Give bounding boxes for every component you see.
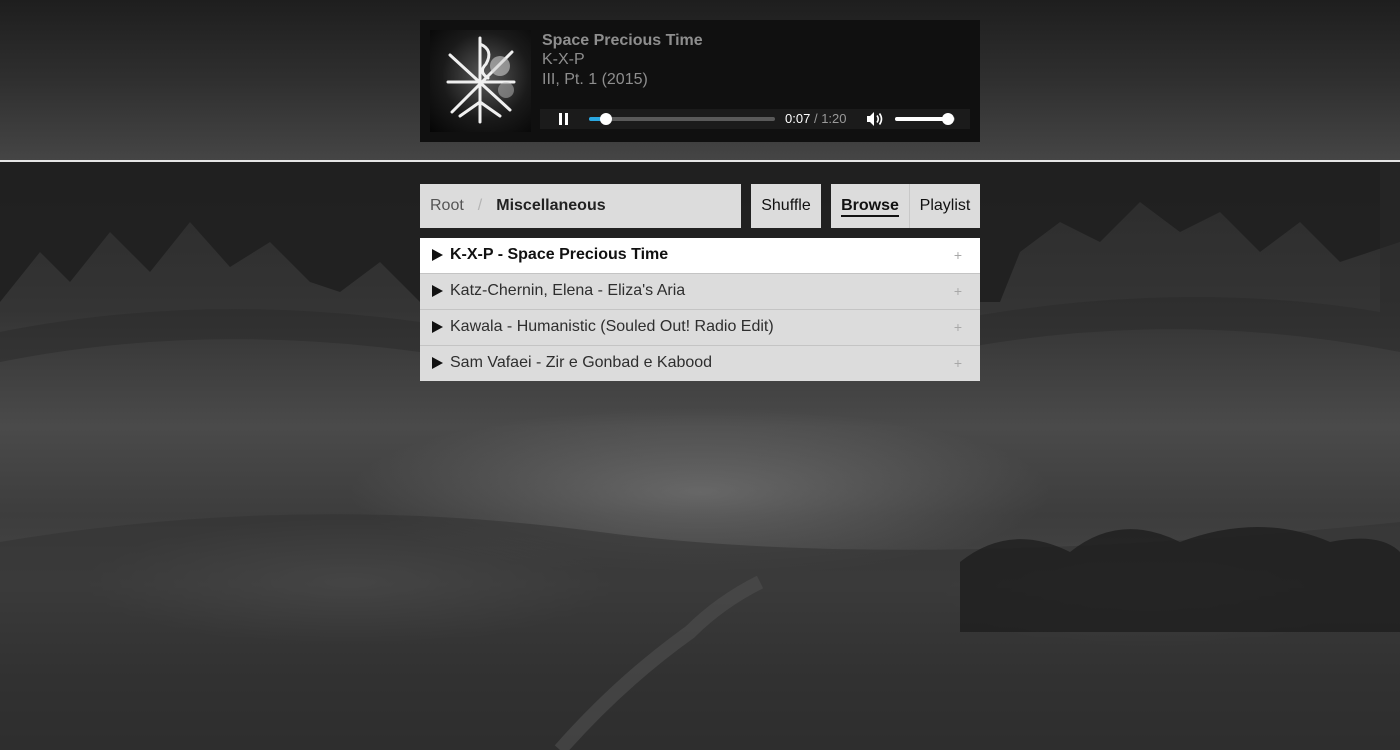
now-playing-panel: Space Precious Time K-X-P III, Pt. 1 (20… bbox=[420, 20, 980, 142]
seek-handle[interactable] bbox=[599, 113, 612, 125]
add-to-playlist-button[interactable]: + bbox=[954, 238, 962, 272]
track-label: Katz-Chernin, Elena - Eliza's Aria bbox=[450, 282, 686, 299]
breadcrumb-separator: / bbox=[477, 197, 483, 214]
track-row[interactable]: K-X-P - Space Precious Time + bbox=[420, 238, 980, 274]
play-icon bbox=[432, 357, 443, 369]
track-label: Kawala - Humanistic (Souled Out! Radio E… bbox=[450, 318, 774, 335]
track-label: K-X-P - Space Precious Time bbox=[450, 246, 669, 263]
breadcrumb-current: Miscellaneous bbox=[496, 197, 606, 214]
seek-bar[interactable] bbox=[589, 113, 775, 125]
album-cover-image bbox=[430, 30, 531, 132]
add-to-playlist-button[interactable]: + bbox=[954, 346, 962, 380]
volume-handle[interactable] bbox=[941, 113, 954, 125]
play-icon bbox=[432, 249, 443, 261]
breadcrumb: Root / Miscellaneous bbox=[420, 184, 741, 228]
volume-icon-glyph bbox=[867, 112, 883, 126]
play-icon bbox=[432, 285, 443, 297]
track-label: Sam Vafaei - Zir e Gonbad e Kabood bbox=[450, 354, 713, 371]
pause-icon bbox=[559, 113, 562, 125]
track-title: Space Precious Time bbox=[542, 32, 703, 49]
play-icon bbox=[432, 321, 443, 333]
playback-controls: 0:07 / 1:20 bbox=[540, 109, 970, 129]
volume-slider[interactable] bbox=[895, 113, 955, 125]
add-to-playlist-button[interactable]: + bbox=[954, 310, 962, 344]
track-row[interactable]: Sam Vafaei - Zir e Gonbad e Kabood + bbox=[420, 346, 980, 381]
add-to-playlist-button[interactable]: + bbox=[954, 274, 962, 308]
track-row[interactable]: Katz-Chernin, Elena - Eliza's Aria + bbox=[420, 274, 980, 310]
volume-level bbox=[895, 117, 948, 121]
track-artist: K-X-P bbox=[542, 51, 585, 68]
breadcrumb-root[interactable]: Root bbox=[430, 197, 464, 214]
track-list: K-X-P - Space Precious Time + Katz-Chernin… bbox=[420, 238, 980, 381]
track-album: III, Pt. 1 (2015) bbox=[542, 71, 648, 88]
track-row[interactable]: Kawala - Humanistic (Souled Out! Radio E… bbox=[420, 310, 980, 346]
pause-icon bbox=[565, 113, 568, 125]
player-header: Space Precious Time K-X-P III, Pt. 1 (20… bbox=[0, 0, 1400, 162]
pause-button[interactable] bbox=[556, 111, 572, 127]
tab-browse[interactable]: Browse bbox=[831, 184, 909, 228]
time-display: 0:07 / 1:20 bbox=[785, 111, 847, 126]
elapsed-time: 0:07 bbox=[785, 111, 811, 126]
tab-playlist[interactable]: Playlist bbox=[909, 184, 980, 228]
total-time: 1:20 bbox=[821, 111, 847, 126]
time-separator: / bbox=[813, 111, 818, 126]
shuffle-button[interactable]: Shuffle bbox=[751, 184, 821, 228]
volume-icon[interactable] bbox=[866, 111, 884, 127]
tab-browse-label: Browse bbox=[841, 197, 899, 217]
album-cover-art bbox=[446, 36, 516, 124]
